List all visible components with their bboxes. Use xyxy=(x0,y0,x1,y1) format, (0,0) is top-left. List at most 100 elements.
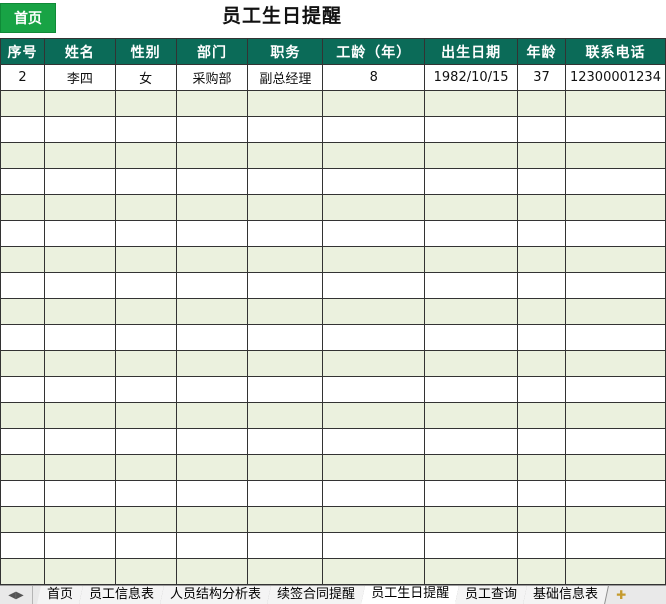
col-header-gender[interactable]: 性别 xyxy=(114,38,177,65)
table-cell[interactable] xyxy=(175,376,249,403)
table-cell[interactable] xyxy=(517,246,566,273)
table-cell[interactable] xyxy=(114,532,177,559)
table-cell[interactable] xyxy=(322,246,426,273)
table-cell[interactable] xyxy=(247,90,324,117)
table-cell[interactable] xyxy=(564,428,666,455)
table-cell[interactable] xyxy=(424,480,519,507)
table-cell[interactable] xyxy=(114,168,177,195)
table-cell[interactable] xyxy=(0,168,45,195)
table-cell[interactable] xyxy=(322,350,426,377)
cell-department[interactable]: 采购部 xyxy=(175,64,249,91)
table-cell[interactable] xyxy=(247,402,324,429)
table-cell[interactable] xyxy=(247,350,324,377)
table-cell[interactable] xyxy=(43,506,116,533)
table-cell[interactable] xyxy=(43,272,116,299)
table-cell[interactable] xyxy=(564,558,666,585)
table-cell[interactable] xyxy=(424,220,519,247)
new-sheet-icon[interactable]: ✚ xyxy=(610,586,632,604)
table-cell[interactable] xyxy=(0,194,45,221)
table-cell[interactable] xyxy=(517,454,566,481)
table-cell[interactable] xyxy=(43,298,116,325)
table-cell[interactable] xyxy=(517,194,566,221)
table-cell[interactable] xyxy=(114,428,177,455)
table-cell[interactable] xyxy=(43,376,116,403)
table-cell[interactable] xyxy=(517,324,566,351)
col-header-seniority[interactable]: 工龄（年） xyxy=(322,38,426,65)
table-cell[interactable] xyxy=(322,532,426,559)
table-cell[interactable] xyxy=(322,116,426,143)
table-cell[interactable] xyxy=(424,194,519,221)
table-cell[interactable] xyxy=(322,506,426,533)
sheet-tab-5[interactable]: 员工查询 xyxy=(455,586,529,604)
table-cell[interactable] xyxy=(247,116,324,143)
table-cell[interactable] xyxy=(424,246,519,273)
table-cell[interactable] xyxy=(114,116,177,143)
sheet-tab-1[interactable]: 员工信息表 xyxy=(79,586,165,604)
table-cell[interactable] xyxy=(0,454,45,481)
table-cell[interactable] xyxy=(424,532,519,559)
sheet-tab-6[interactable]: 基础信息表 xyxy=(523,586,610,604)
sheet-nav-arrows-icon[interactable]: ◀▶ xyxy=(0,586,33,604)
table-cell[interactable] xyxy=(424,298,519,325)
table-cell[interactable] xyxy=(114,142,177,169)
table-cell[interactable] xyxy=(114,402,177,429)
table-cell[interactable] xyxy=(247,376,324,403)
cell-name[interactable]: 李四 xyxy=(43,64,116,91)
table-cell[interactable] xyxy=(564,272,666,299)
table-cell[interactable] xyxy=(564,454,666,481)
table-cell[interactable] xyxy=(517,402,566,429)
table-cell[interactable] xyxy=(0,298,45,325)
table-cell[interactable] xyxy=(43,168,116,195)
table-cell[interactable] xyxy=(517,480,566,507)
table-cell[interactable] xyxy=(0,90,45,117)
table-cell[interactable] xyxy=(114,454,177,481)
table-cell[interactable] xyxy=(114,272,177,299)
table-cell[interactable] xyxy=(247,272,324,299)
table-cell[interactable] xyxy=(247,454,324,481)
table-cell[interactable] xyxy=(114,246,177,273)
table-cell[interactable] xyxy=(247,532,324,559)
col-header-birthdate[interactable]: 出生日期 xyxy=(424,38,519,65)
table-cell[interactable] xyxy=(43,428,116,455)
table-cell[interactable] xyxy=(175,350,249,377)
table-cell[interactable] xyxy=(114,298,177,325)
col-header-age[interactable]: 年龄 xyxy=(517,38,566,65)
sheet-tab-0[interactable]: 首页 xyxy=(37,586,84,604)
table-cell[interactable] xyxy=(43,324,116,351)
table-cell[interactable] xyxy=(114,558,177,585)
table-cell[interactable] xyxy=(517,298,566,325)
table-cell[interactable] xyxy=(247,324,324,351)
table-cell[interactable] xyxy=(0,428,45,455)
table-cell[interactable] xyxy=(517,350,566,377)
table-cell[interactable] xyxy=(0,116,45,143)
cell-birthdate[interactable]: 1982/10/15 xyxy=(424,64,519,91)
table-cell[interactable] xyxy=(247,246,324,273)
table-cell[interactable] xyxy=(424,324,519,351)
table-cell[interactable] xyxy=(424,350,519,377)
table-cell[interactable] xyxy=(175,90,249,117)
cell-phone[interactable]: 12300001234 xyxy=(564,64,666,91)
table-cell[interactable] xyxy=(175,246,249,273)
cell-age[interactable]: 37 xyxy=(517,64,566,91)
col-header-phone[interactable]: 联系电话 xyxy=(564,38,666,65)
table-cell[interactable] xyxy=(43,116,116,143)
table-cell[interactable] xyxy=(175,116,249,143)
table-cell[interactable] xyxy=(517,168,566,195)
table-cell[interactable] xyxy=(247,142,324,169)
table-cell[interactable] xyxy=(114,376,177,403)
table-cell[interactable] xyxy=(322,480,426,507)
table-cell[interactable] xyxy=(247,168,324,195)
table-cell[interactable] xyxy=(322,558,426,585)
table-cell[interactable] xyxy=(175,194,249,221)
table-cell[interactable] xyxy=(0,558,45,585)
col-header-position[interactable]: 职务 xyxy=(247,38,324,65)
table-cell[interactable] xyxy=(0,532,45,559)
table-cell[interactable] xyxy=(564,246,666,273)
cell-gender[interactable]: 女 xyxy=(114,64,177,91)
table-cell[interactable] xyxy=(247,298,324,325)
table-cell[interactable] xyxy=(175,428,249,455)
table-cell[interactable] xyxy=(0,272,45,299)
table-cell[interactable] xyxy=(424,506,519,533)
cell-index[interactable]: 2 xyxy=(0,64,45,91)
table-cell[interactable] xyxy=(424,116,519,143)
